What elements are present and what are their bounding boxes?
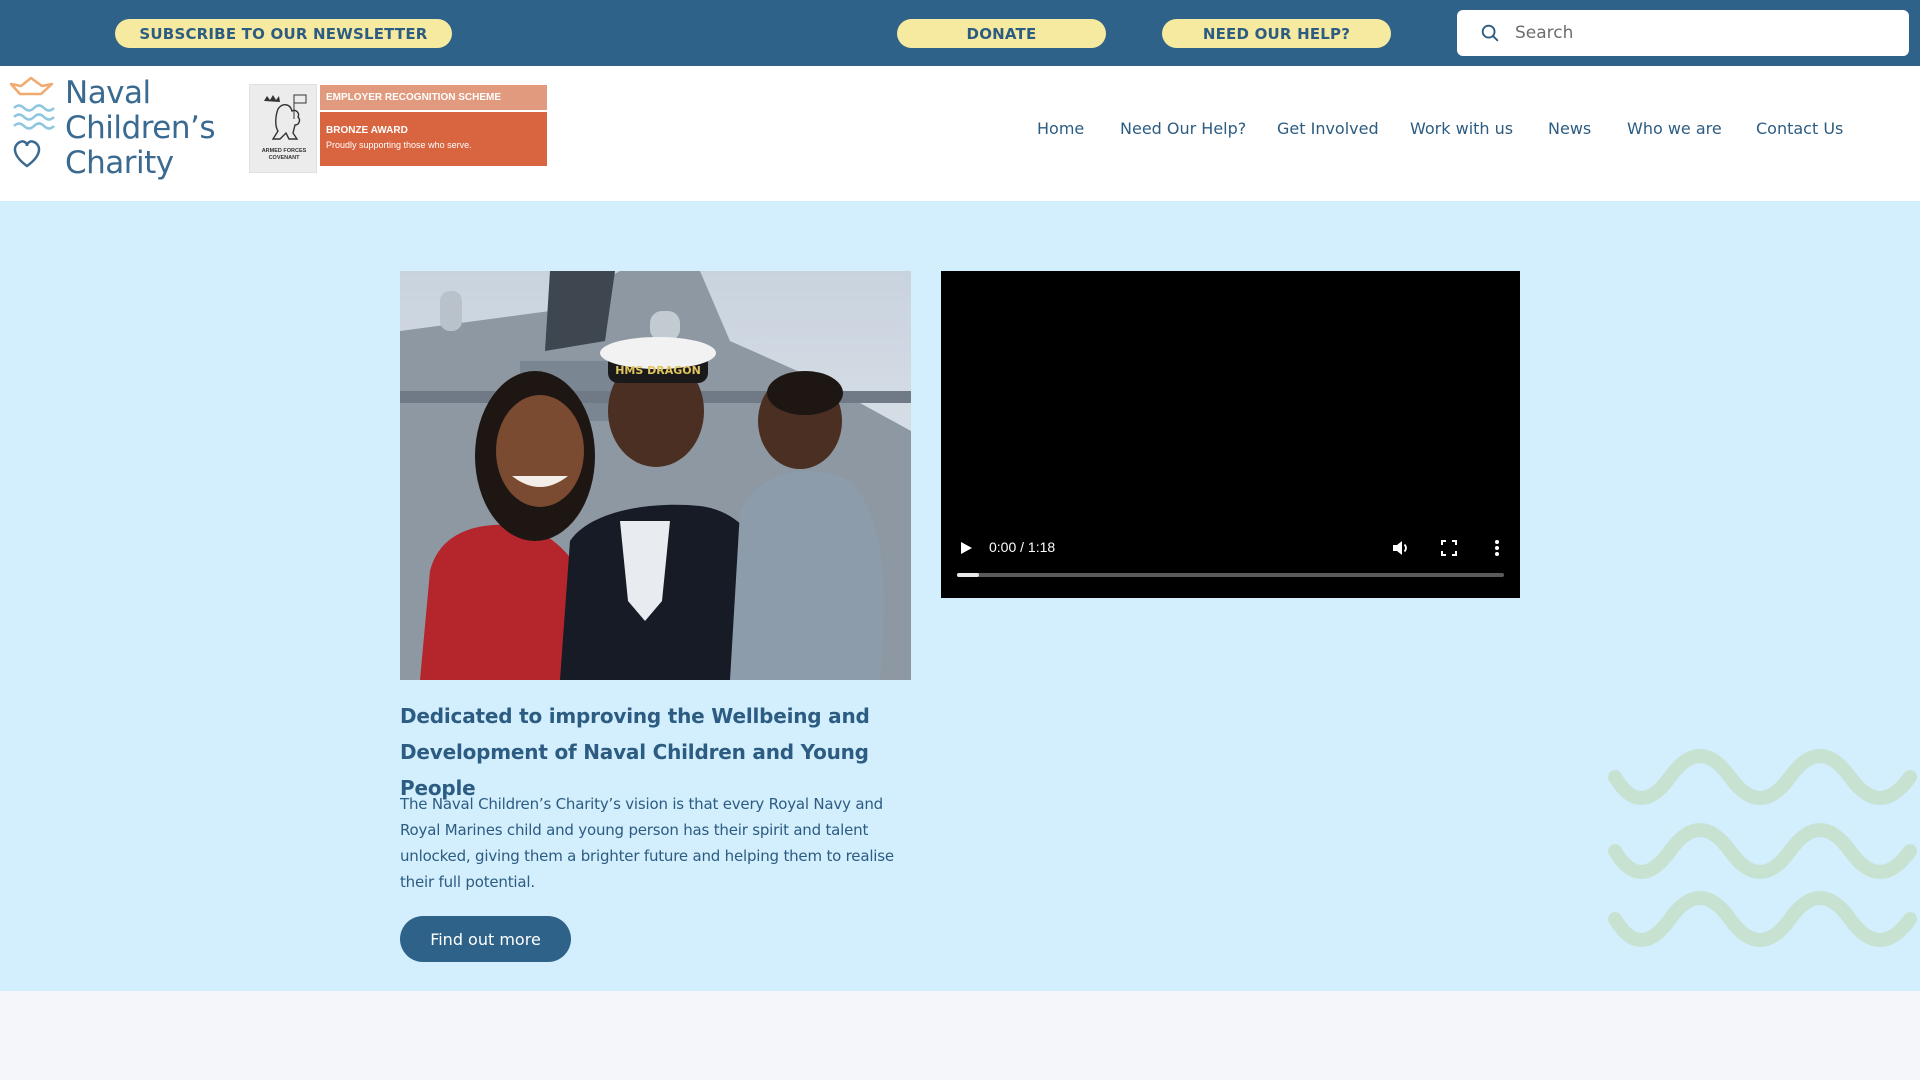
play-icon[interactable] [959, 541, 973, 555]
naval-family-photo: HMS DRAGON [400, 271, 911, 680]
search-input[interactable] [1515, 23, 1875, 43]
nav-item-need-our-help[interactable]: Need Our Help? [1120, 119, 1246, 138]
video-player[interactable]: 0:00 / 1:18 [941, 271, 1520, 598]
main-navigation: Home Need Our Help? Get Involved Work wi… [0, 119, 1920, 143]
subscribe-newsletter-button[interactable]: SUBSCRIBE TO OUR NEWSLETTER [115, 19, 452, 48]
donate-button[interactable]: DONATE [897, 19, 1106, 48]
nav-item-get-involved[interactable]: Get Involved [1277, 119, 1379, 138]
nav-item-news[interactable]: News [1548, 119, 1591, 138]
volume-icon[interactable] [1391, 538, 1411, 558]
fullscreen-icon[interactable] [1439, 538, 1459, 558]
photo-illustration: HMS DRAGON [400, 271, 911, 680]
hero-title: Dedicated to improving the Wellbeing and… [400, 704, 870, 800]
cap-tally-text: HMS DRAGON [615, 364, 701, 377]
logo-line-1: Naval [65, 75, 151, 111]
need-our-help-button[interactable]: NEED OUR HELP? [1162, 19, 1391, 48]
hero-description: The Naval Children’s Charity’s vision is… [400, 795, 894, 891]
covenant-emblem-text: ARMED FORCES COVENANT [261, 148, 307, 161]
employer-recognition-label: EMPLOYER RECOGNITION SCHEME [320, 85, 547, 110]
logo-line-3: Charity [65, 145, 174, 181]
find-out-more-button[interactable]: Find out more [400, 916, 571, 962]
more-vertical-icon[interactable] [1487, 538, 1507, 558]
nav-item-who-we-are[interactable]: Who we are [1627, 119, 1722, 138]
video-progress-fill [957, 573, 979, 577]
top-utility-bar: SUBSCRIBE TO OUR NEWSLETTER DONATE NEED … [0, 0, 1920, 66]
search-box[interactable] [1457, 10, 1909, 56]
site-header: Naval Children’s Charity ARMED FORCES CO… [0, 66, 1920, 201]
video-progress-bar[interactable] [957, 573, 1504, 577]
nav-item-contact-us[interactable]: Contact Us [1756, 119, 1843, 138]
nav-item-work-with-us[interactable]: Work with us [1410, 119, 1513, 138]
hero-section: HMS DRAGON 0:00 / 1:18 Dedicated to impr… [0, 201, 1920, 991]
video-time-display: 0:00 / 1:18 [989, 539, 1056, 555]
decorative-waves [1608, 749, 1917, 947]
search-icon[interactable] [1479, 22, 1501, 44]
nav-item-home[interactable]: Home [1037, 119, 1084, 138]
